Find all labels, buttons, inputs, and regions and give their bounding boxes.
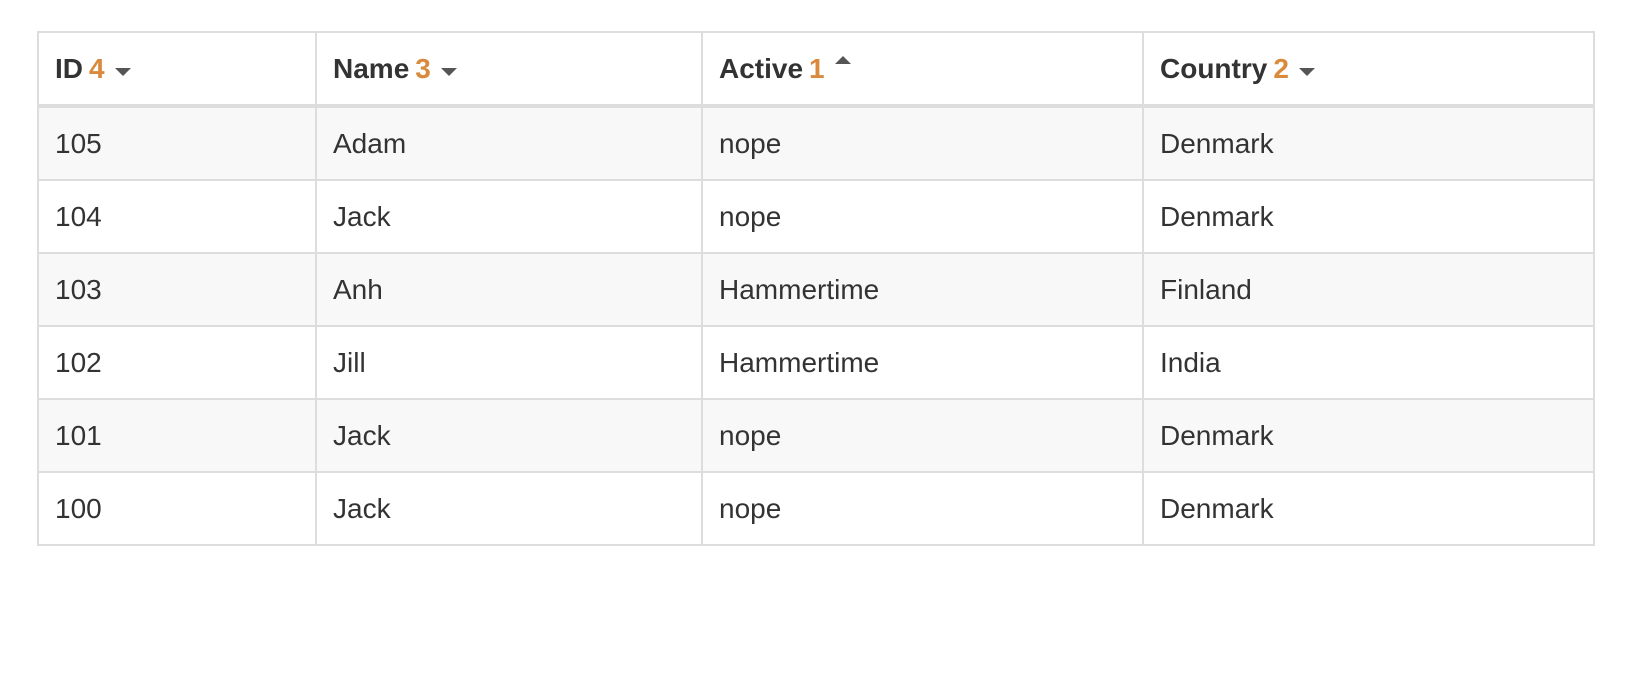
cell-active: nope <box>701 179 1144 254</box>
sort-rank-badge: 4 <box>89 52 105 84</box>
cell-id: 101 <box>37 398 317 473</box>
column-header-name[interactable]: Name 3 <box>315 31 703 108</box>
cell-active: nope <box>701 105 1144 181</box>
caret-down-icon <box>114 68 131 77</box>
column-header-label: Active <box>719 52 804 84</box>
table-row: 101 Jack nope Denmark <box>37 398 1595 473</box>
caret-up-icon <box>834 56 851 65</box>
column-header-id[interactable]: ID 4 <box>37 31 317 108</box>
table-row: 105 Adam nope Denmark <box>37 105 1595 181</box>
table-body: 105 Adam nope Denmark 104 Jack nope Denm… <box>37 105 1595 546</box>
cell-country: Denmark <box>1142 179 1595 254</box>
cell-id: 100 <box>37 471 317 546</box>
table-row: 104 Jack nope Denmark <box>37 179 1595 254</box>
cell-country: Denmark <box>1142 471 1595 546</box>
caret-down-icon <box>440 68 457 77</box>
cell-active: nope <box>701 471 1144 546</box>
cell-id: 103 <box>37 252 317 327</box>
sort-rank-badge: 2 <box>1273 52 1289 84</box>
header-row: ID 4 Name 3 Active 1 Country 2 <box>37 31 1595 108</box>
cell-id: 105 <box>37 105 317 181</box>
cell-name: Adam <box>315 105 703 181</box>
cell-country: Denmark <box>1142 398 1595 473</box>
column-header-country[interactable]: Country 2 <box>1142 31 1595 108</box>
column-header-label: Name <box>333 52 410 84</box>
cell-id: 102 <box>37 325 317 400</box>
cell-name: Jack <box>315 398 703 473</box>
sort-rank-badge: 3 <box>415 52 431 84</box>
caret-down-icon <box>1298 68 1315 77</box>
cell-name: Anh <box>315 252 703 327</box>
cell-country: India <box>1142 325 1595 400</box>
column-header-label: Country <box>1160 52 1268 84</box>
table-row: 102 Jill Hammertime India <box>37 325 1595 400</box>
cell-country: Denmark <box>1142 105 1595 181</box>
column-header-label: ID <box>55 52 83 84</box>
cell-active: Hammertime <box>701 252 1144 327</box>
cell-active: Hammertime <box>701 325 1144 400</box>
cell-name: Jack <box>315 471 703 546</box>
cell-id: 104 <box>37 179 317 254</box>
data-table-container: ID 4 Name 3 Active 1 Country 2 105 Adam nope… <box>37 31 1595 546</box>
cell-name: Jill <box>315 325 703 400</box>
cell-active: nope <box>701 398 1144 473</box>
table-row: 100 Jack nope Denmark <box>37 471 1595 546</box>
table-header: ID 4 Name 3 Active 1 Country 2 <box>37 31 1595 108</box>
sort-rank-badge: 1 <box>809 52 825 84</box>
data-table: ID 4 Name 3 Active 1 Country 2 105 Adam nope… <box>37 31 1595 546</box>
column-header-active[interactable]: Active 1 <box>701 31 1144 108</box>
table-row: 103 Anh Hammertime Finland <box>37 252 1595 327</box>
cell-name: Jack <box>315 179 703 254</box>
cell-country: Finland <box>1142 252 1595 327</box>
